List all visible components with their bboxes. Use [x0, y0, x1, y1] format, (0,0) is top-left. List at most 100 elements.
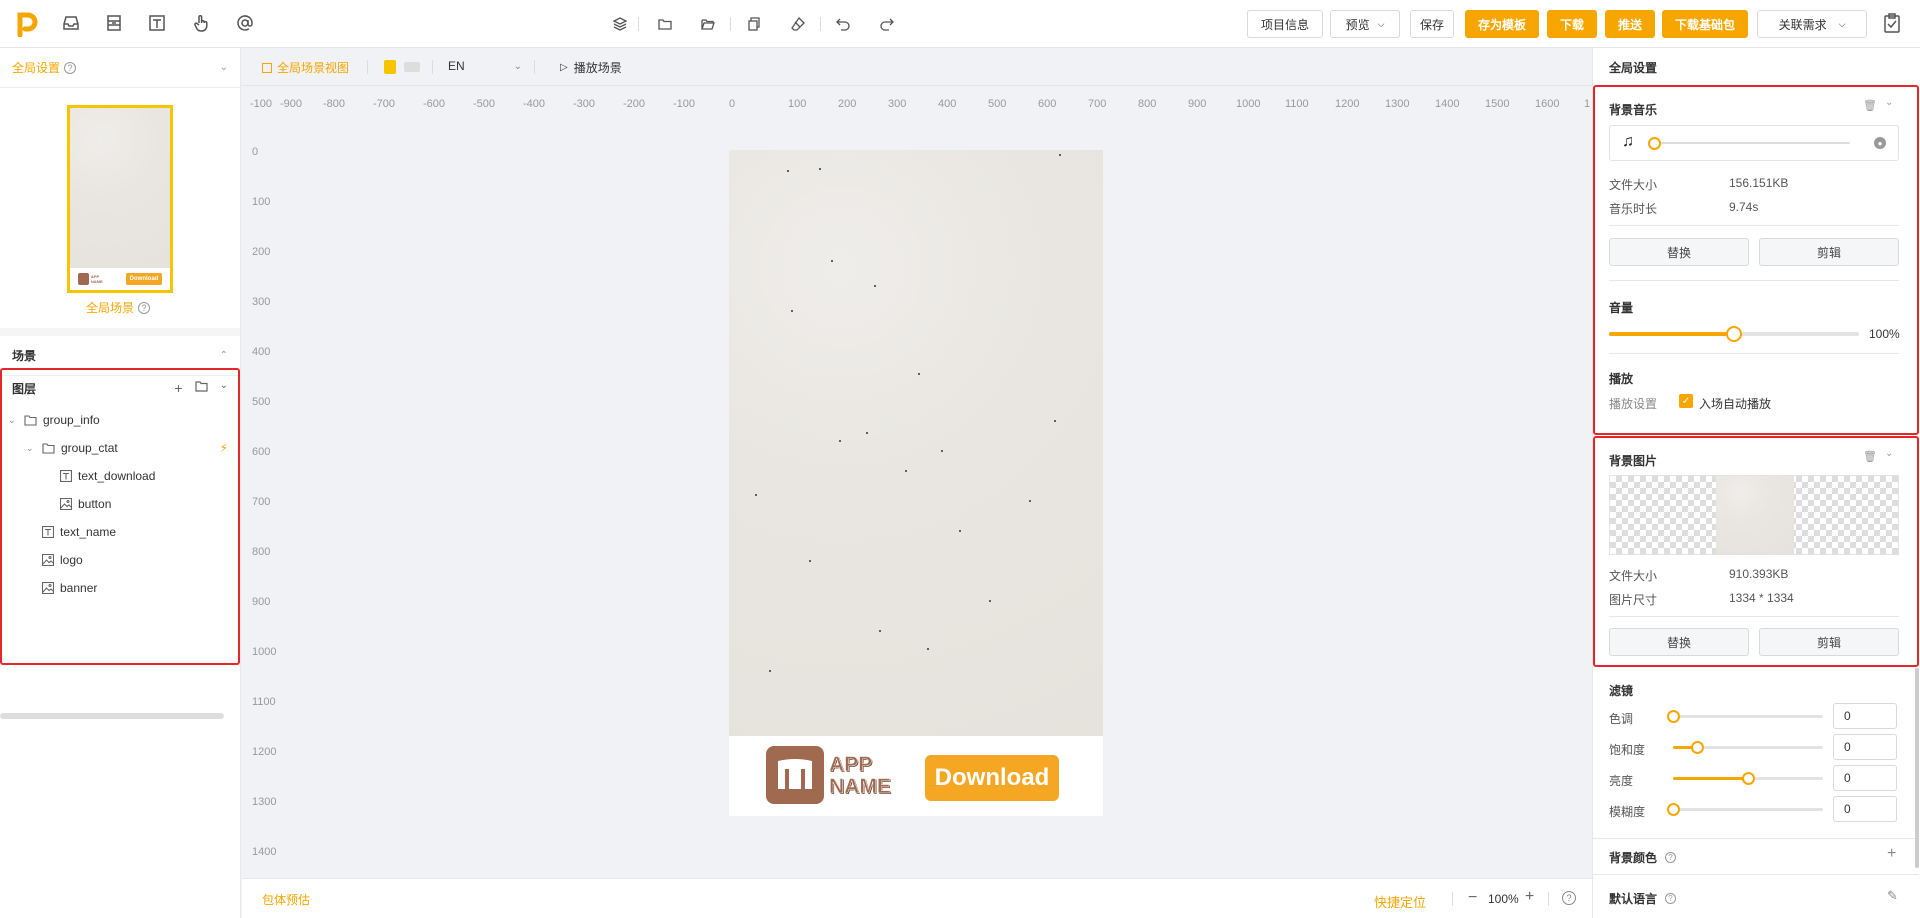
trash-icon[interactable]: 🗑: [1863, 450, 1877, 463]
color-swatch-secondary[interactable]: [404, 62, 420, 72]
inbox-icon[interactable]: [60, 12, 82, 34]
hand-pointer-icon[interactable]: [190, 12, 212, 34]
ruler-label: -400: [523, 98, 546, 110]
chevron-down-icon[interactable]: ⌄: [1885, 97, 1893, 108]
chevron-down-icon[interactable]: ⌄: [220, 62, 228, 73]
right-scrollbar[interactable]: [1915, 668, 1919, 868]
language-select[interactable]: EN ⌄: [448, 59, 522, 73]
help-icon[interactable]: ?: [1562, 891, 1576, 905]
chevron-down-icon[interactable]: ⌄: [8, 415, 20, 426]
filter-slider[interactable]: [1673, 741, 1823, 754]
filter-value-input[interactable]: 0: [1833, 703, 1897, 729]
global-scene-thumbnail[interactable]: APP NAME Download: [67, 105, 173, 293]
trash-icon[interactable]: 🗑: [1863, 99, 1877, 112]
download-cta-button[interactable]: Download: [925, 755, 1059, 801]
filter-slider[interactable]: [1667, 710, 1823, 723]
filter-slider-knob[interactable]: [1667, 710, 1680, 723]
help-icon[interactable]: ?: [138, 301, 151, 314]
filter-label: 模糊度: [1609, 805, 1646, 819]
horizontal-scrollbar[interactable]: [0, 713, 224, 719]
preview-dropdown[interactable]: 预览 ⌵: [1330, 10, 1400, 38]
canvas-statusbar: 包体预估 快捷定位 − 100% + ?: [242, 878, 1592, 918]
image-replace-button[interactable]: 替换: [1609, 628, 1749, 656]
banner-image[interactable]: [729, 150, 1103, 736]
filter-value-input[interactable]: 0: [1833, 796, 1897, 822]
package-estimate-link[interactable]: 包体预估: [262, 891, 310, 908]
save-button[interactable]: 保存: [1410, 10, 1454, 38]
audio-player[interactable]: ♫ ●: [1609, 125, 1899, 161]
filter-value-input[interactable]: 0: [1833, 734, 1897, 760]
at-icon[interactable]: [234, 12, 256, 34]
zoom-out-button[interactable]: −: [1468, 889, 1477, 907]
download-button[interactable]: 下载: [1547, 10, 1597, 38]
layer-item[interactable]: ⌄ group_info: [2, 406, 238, 434]
folder-open-icon[interactable]: [698, 14, 718, 34]
chevron-down-icon[interactable]: ⌄: [26, 443, 38, 454]
texture-speck: [989, 600, 991, 602]
add-layer-icon[interactable]: +: [174, 380, 182, 396]
edit-pencil-icon[interactable]: ✎: [1887, 888, 1898, 904]
bg-image-preview[interactable]: [1609, 475, 1899, 555]
play-icon: ▷: [560, 62, 568, 73]
quick-locate-link[interactable]: 快捷定位: [1374, 892, 1426, 911]
help-icon[interactable]: ?: [64, 61, 77, 74]
music-replace-button[interactable]: 替换: [1609, 238, 1749, 266]
ruler-label: 300: [252, 296, 271, 308]
app-logo[interactable]: [766, 746, 824, 804]
chevron-down-icon[interactable]: ⌄: [220, 380, 228, 396]
filter-slider[interactable]: [1667, 803, 1823, 816]
text-icon[interactable]: [146, 12, 168, 34]
filter-slider-fill: [1673, 777, 1748, 780]
texture-speck: [1059, 154, 1061, 156]
eraser-icon[interactable]: [788, 14, 808, 34]
auto-play-checkbox[interactable]: ✓: [1679, 394, 1693, 408]
layer-item[interactable]: text_download: [2, 462, 238, 490]
filter-slider-knob[interactable]: [1742, 772, 1755, 785]
save-template-button[interactable]: 存为模板: [1465, 10, 1539, 38]
push-button[interactable]: 推送: [1605, 10, 1655, 38]
layer-item[interactable]: text_name: [2, 518, 238, 546]
music-file-size: 156.151KB: [1729, 176, 1789, 190]
filter-slider-knob[interactable]: [1667, 803, 1680, 816]
play-scene-button[interactable]: ▷ 播放场景: [560, 59, 622, 76]
layer-item[interactable]: logo: [2, 546, 238, 574]
layer-item[interactable]: button: [2, 490, 238, 518]
color-swatch-primary[interactable]: [384, 60, 396, 74]
image-edit-button[interactable]: 剪辑: [1759, 628, 1899, 656]
filter-value-input[interactable]: 0: [1833, 765, 1897, 791]
add-bg-color-icon[interactable]: +: [1887, 845, 1896, 863]
layout-icon[interactable]: [103, 12, 125, 34]
layer-item[interactable]: banner: [2, 574, 238, 602]
folder-icon[interactable]: [655, 14, 675, 34]
lightning-icon[interactable]: ⚡: [220, 441, 228, 455]
chevron-down-icon[interactable]: ⌄: [1885, 448, 1893, 459]
help-icon[interactable]: ?: [1665, 852, 1677, 863]
layer-tree: ⌄ group_info ⌄ group_ctat ⚡ text_download butt…: [2, 406, 238, 602]
zoom-in-button[interactable]: +: [1525, 888, 1534, 906]
scene-canvas[interactable]: APP NAME Download: [729, 150, 1103, 816]
ruler-label: -200: [623, 98, 646, 110]
help-icon[interactable]: ?: [1665, 893, 1677, 904]
music-edit-button[interactable]: 剪辑: [1759, 238, 1899, 266]
clipboard-check-icon[interactable]: [1881, 12, 1903, 34]
redo-icon[interactable]: [877, 14, 897, 34]
download-base-button[interactable]: 下载基础包: [1662, 10, 1748, 38]
copy-icon[interactable]: [744, 14, 764, 34]
texture-speck: [918, 373, 920, 375]
project-info-button[interactable]: 项目信息: [1247, 10, 1323, 38]
global-scene-view-tab[interactable]: 全局场景视图: [262, 59, 349, 76]
layers-icon[interactable]: [610, 14, 630, 34]
volume-slider[interactable]: [1609, 326, 1859, 342]
undo-icon[interactable]: [833, 14, 853, 34]
audio-progress-knob[interactable]: [1648, 137, 1661, 150]
audio-close-icon[interactable]: ●: [1874, 137, 1886, 149]
app-name-line2: NAME: [829, 775, 891, 798]
auto-play-label[interactable]: 入场自动播放: [1699, 395, 1771, 412]
chevron-up-icon[interactable]: ⌃: [220, 350, 228, 361]
filter-slider-knob[interactable]: [1691, 741, 1704, 754]
related-requirements-dropdown[interactable]: 关联需求 ⌵: [1757, 10, 1867, 38]
add-folder-icon[interactable]: [195, 380, 208, 396]
layer-item[interactable]: ⌄ group_ctat ⚡: [2, 434, 238, 462]
filter-slider[interactable]: [1673, 772, 1823, 785]
app-name-text[interactable]: APP NAME: [829, 753, 891, 798]
